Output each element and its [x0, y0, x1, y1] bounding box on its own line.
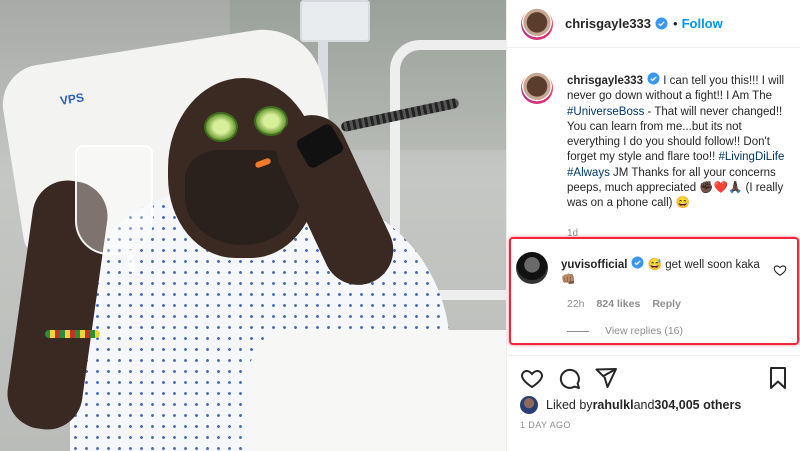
post-date: 1 DAY AGO [520, 420, 571, 430]
comment-emoji-a: 😅 [647, 259, 662, 271]
comment-meta: 22h 824 likes Reply [567, 298, 681, 310]
author-avatar[interactable] [521, 7, 553, 40]
hashtag-always[interactable]: #Always [567, 167, 610, 179]
comment-likes[interactable]: 824 likes [597, 298, 641, 310]
comment-row: yuvisofficial 😅 get well soon kaka 👊🏽 [516, 252, 794, 288]
comment-text: get well soon kaka [662, 259, 760, 271]
comment-bubble-icon[interactable] [557, 366, 581, 390]
comment-emoji-b: 👊🏽 [561, 274, 576, 286]
caption-emoji-end: 😄 [675, 197, 691, 210]
hashtag-universeboss[interactable]: #UniverseBoss [567, 106, 644, 118]
commenter-avatar[interactable] [516, 252, 548, 284]
author-username[interactable]: chrisgayle333 [565, 16, 651, 31]
comment-time: 22h [567, 298, 585, 310]
caption-text: chrisgayle333 I can tell you this!!! I w… [567, 72, 791, 212]
likes-middle: and [633, 398, 655, 412]
likes-count[interactable]: 304,005 others [654, 398, 741, 412]
likes-summary: Liked by rahulkl and 304,005 others [520, 396, 741, 414]
view-replies-label[interactable]: View replies (16) [605, 325, 683, 337]
verified-badge-icon [655, 17, 668, 30]
save-bookmark-icon[interactable] [766, 366, 790, 390]
post-caption: chrisgayle333 I can tell you this!!! I w… [521, 72, 791, 212]
post-photo[interactable]: VPS [0, 0, 506, 451]
likes-prefix: Liked by [546, 398, 593, 412]
separator-dot: • [673, 16, 678, 31]
post-header: chrisgayle333 • Follow [507, 0, 800, 48]
caption-timestamp: 1d [567, 228, 579, 239]
bed-sheet [250, 330, 506, 451]
reply-button[interactable]: Reply [652, 298, 681, 310]
wine-glass [75, 145, 153, 255]
commenter-username[interactable]: yuvisofficial [561, 259, 627, 271]
cucumber-slice-left [204, 112, 238, 142]
bead-bracelet [45, 330, 100, 338]
verified-badge-icon [647, 72, 660, 85]
follow-button[interactable]: Follow [682, 16, 723, 31]
caption-avatar[interactable] [521, 72, 553, 104]
iv-monitor [300, 0, 370, 42]
liker-username[interactable]: rahulkl [593, 398, 634, 412]
caption-username[interactable]: chrisgayle333 [567, 75, 643, 87]
replies-divider-line [567, 330, 589, 332]
post-actions-bar [506, 355, 800, 395]
caption-emojis: ✊🏿❤️🙏🏿 [699, 182, 743, 195]
verified-badge-icon [632, 256, 644, 269]
comment-body: yuvisofficial 😅 get well soon kaka 👊🏽 [561, 256, 761, 288]
liker-avatar[interactable] [520, 396, 538, 414]
share-send-icon[interactable] [594, 366, 618, 390]
like-heart-icon[interactable] [520, 366, 544, 390]
like-comment-heart-icon[interactable] [773, 263, 787, 277]
hashtag-livingdilife[interactable]: #LivingDiLife [719, 151, 785, 163]
view-replies[interactable]: View replies (16) [567, 325, 683, 337]
